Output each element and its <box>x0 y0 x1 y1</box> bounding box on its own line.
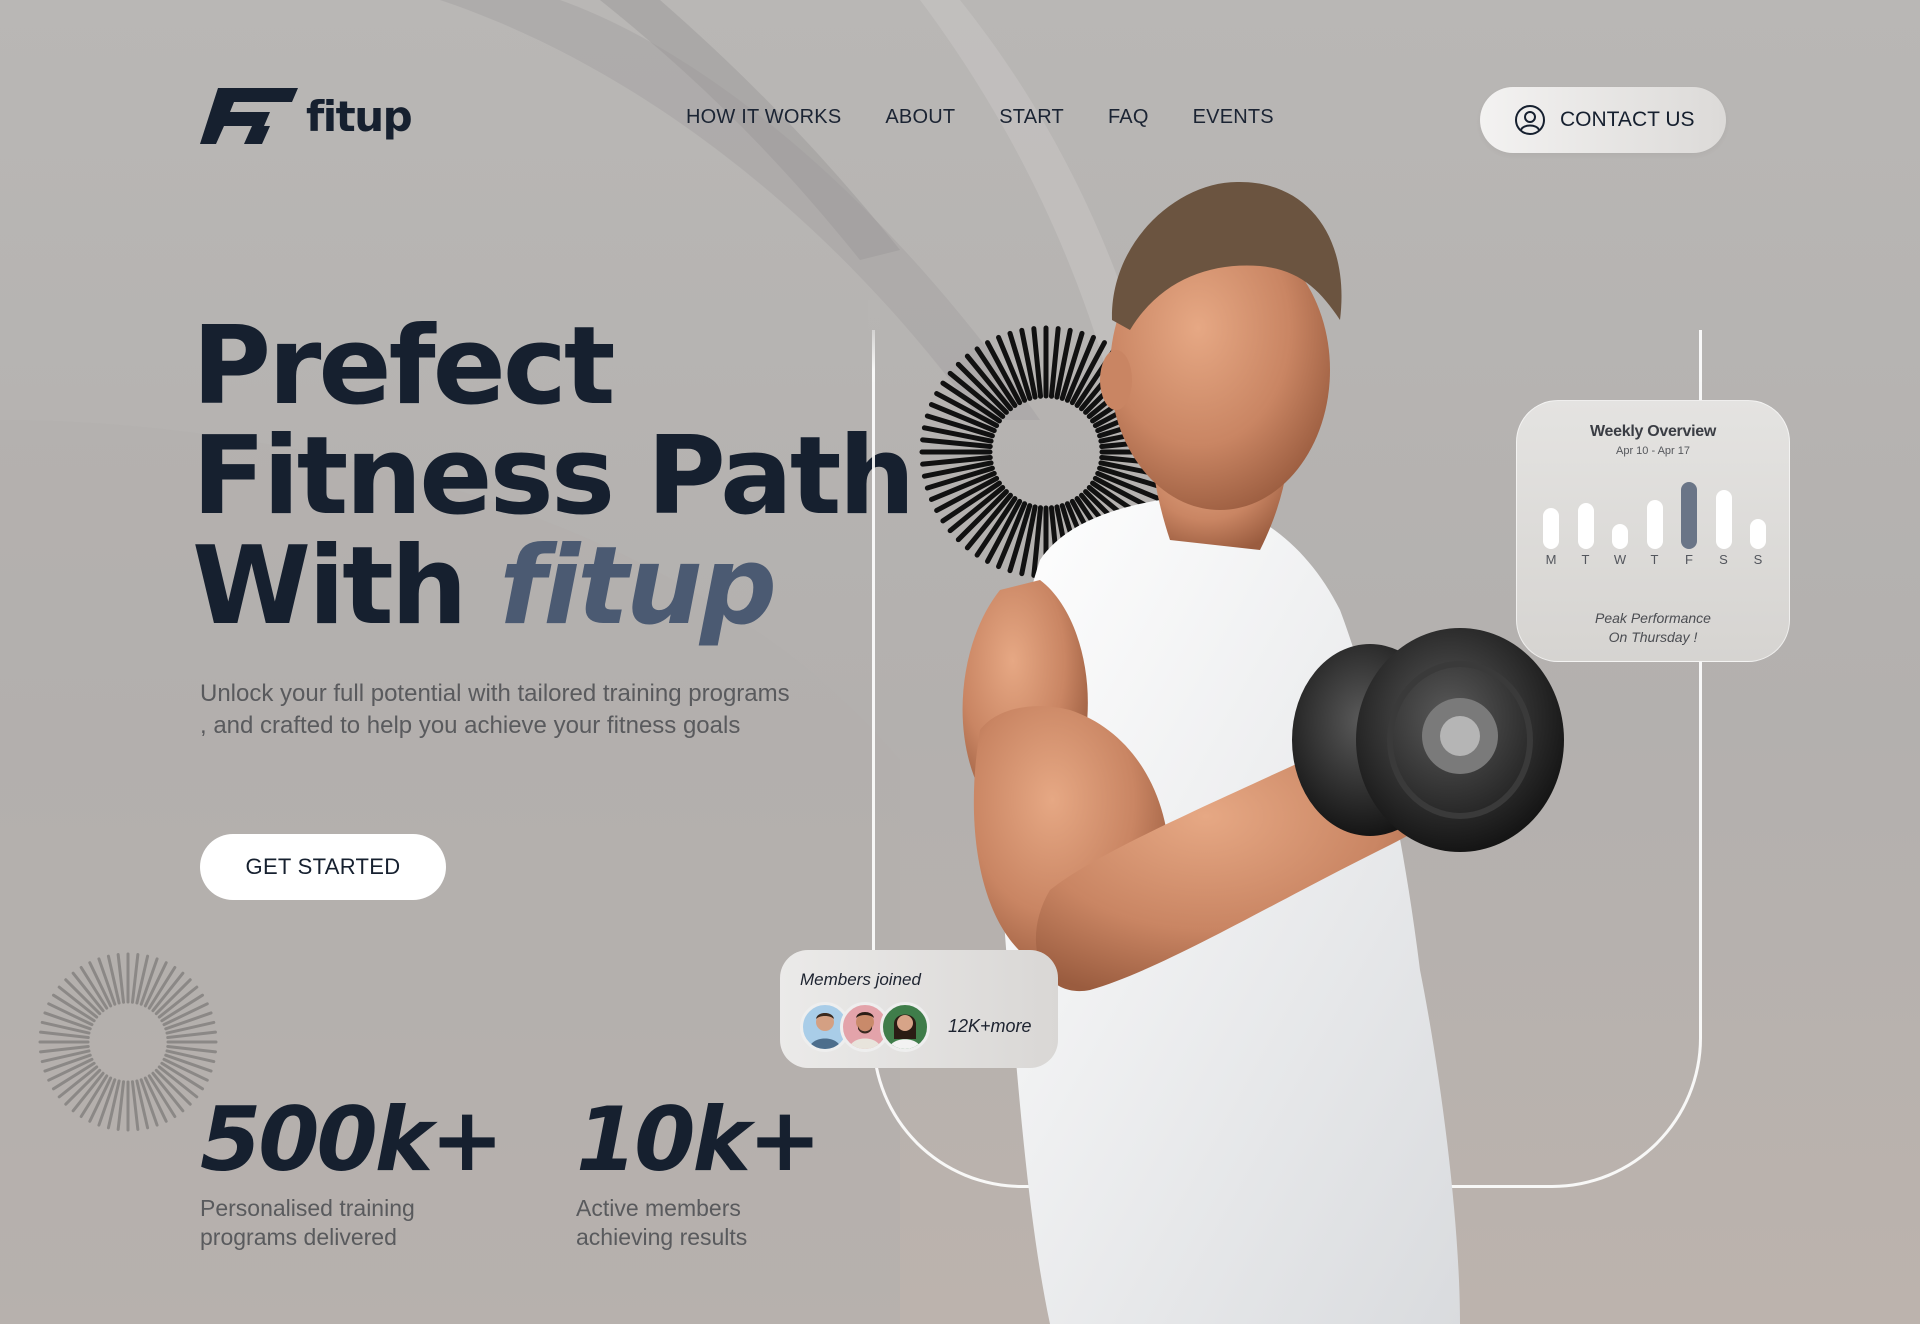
user-icon <box>1515 105 1545 135</box>
weekly-bar <box>1612 524 1628 549</box>
sunburst-decoration-left <box>38 952 218 1132</box>
weekly-overview-card[interactable]: Weekly Overview Apr 10 - Apr 17 MTWTFSS … <box>1516 400 1790 662</box>
weekly-bar-day-label: S <box>1753 552 1763 567</box>
weekly-bar-column: S <box>1715 473 1732 567</box>
landing-page: fitup HOW IT WORKS ABOUT START FAQ EVENT… <box>0 0 1920 1324</box>
weekly-bar <box>1646 500 1663 549</box>
members-joined-card[interactable]: Members joined 12K+more <box>780 950 1058 1068</box>
fitup-logo-icon <box>200 88 298 144</box>
weekly-bar <box>1577 503 1594 549</box>
nav-how-it-works[interactable]: HOW IT WORKS <box>686 106 841 129</box>
hero-subtitle: Unlock your full potential with tailored… <box>200 680 790 739</box>
brand-logo[interactable]: fitup <box>200 86 413 146</box>
weekly-bar-column: M <box>1543 473 1559 567</box>
contact-us-button[interactable]: CONTACT US <box>1480 87 1726 153</box>
weekly-bar-column: F <box>1681 473 1697 567</box>
nav-faq[interactable]: FAQ <box>1108 106 1149 129</box>
nav-start[interactable]: START <box>999 106 1064 129</box>
weekly-bar-day-label: T <box>1581 552 1590 567</box>
hero-title-line-1: Prefect <box>192 304 616 429</box>
weekly-bar-day-label: S <box>1719 552 1728 567</box>
weekly-overview-title: Weekly Overview <box>1590 423 1716 440</box>
stat-members-value: 10k+ <box>576 1088 822 1191</box>
hero-title-line-2: Fitness Path <box>192 414 915 539</box>
athlete-illustration <box>962 181 1564 1324</box>
members-joined-title: Members joined <box>800 970 921 989</box>
weekly-bar-day-label: T <box>1650 552 1659 567</box>
stat-programs-label: Personalised training programs delivered <box>200 1195 415 1250</box>
stat-members: 10k+ Active members achieving results <box>576 1094 836 1252</box>
frame-fade <box>868 300 880 370</box>
weekly-bar <box>1681 482 1697 549</box>
hero-title-accent: fitup <box>499 524 777 649</box>
weekly-note-line-2: On Thursday ! <box>1608 629 1698 645</box>
weekly-bar-column: T <box>1646 473 1663 567</box>
weekly-overview-range: Apr 10 - Apr 17 <box>1616 445 1690 457</box>
members-count: 12K+more <box>948 1016 1032 1036</box>
brand-name: fitup <box>306 91 413 141</box>
hero-title-with: With <box>192 524 468 649</box>
weekly-bar <box>1715 490 1732 549</box>
get-started-button[interactable]: GET STARTED <box>200 834 446 900</box>
nav-events[interactable]: EVENTS <box>1193 106 1274 129</box>
stat-members-label: Active members achieving results <box>576 1195 748 1250</box>
contact-us-label: CONTACT US <box>1560 108 1695 131</box>
stat-programs: 500k+ Personalised training programs del… <box>200 1088 504 1252</box>
avatar <box>880 1002 930 1052</box>
weekly-bar-day-label: W <box>1613 552 1627 567</box>
dumbbell <box>1292 628 1564 852</box>
weekly-bar-day-label: F <box>1685 552 1693 567</box>
weekly-bar-column: T <box>1577 473 1594 567</box>
weekly-bar-column: W <box>1612 473 1628 567</box>
member-avatars <box>800 1002 930 1052</box>
weekly-bar-day-label: M <box>1545 552 1557 567</box>
main-nav: HOW IT WORKS ABOUT START FAQ EVENTS <box>686 106 1274 129</box>
weekly-overview-note: Peak Performance On Thursday ! <box>1517 609 1789 647</box>
weekly-bar <box>1543 508 1559 549</box>
hero-title-line-3: With fitup <box>192 532 912 642</box>
hero-title: Prefect Fitness Path With fitup <box>192 304 915 642</box>
weekly-bar-chart: MTWTFSS <box>1543 473 1766 567</box>
weekly-bar <box>1750 519 1766 549</box>
weekly-note-line-1: Peak Performance <box>1595 610 1711 626</box>
stat-programs-value: 500k+ <box>200 1088 504 1191</box>
nav-about[interactable]: ABOUT <box>885 106 955 129</box>
weekly-bar-column: S <box>1750 473 1766 567</box>
